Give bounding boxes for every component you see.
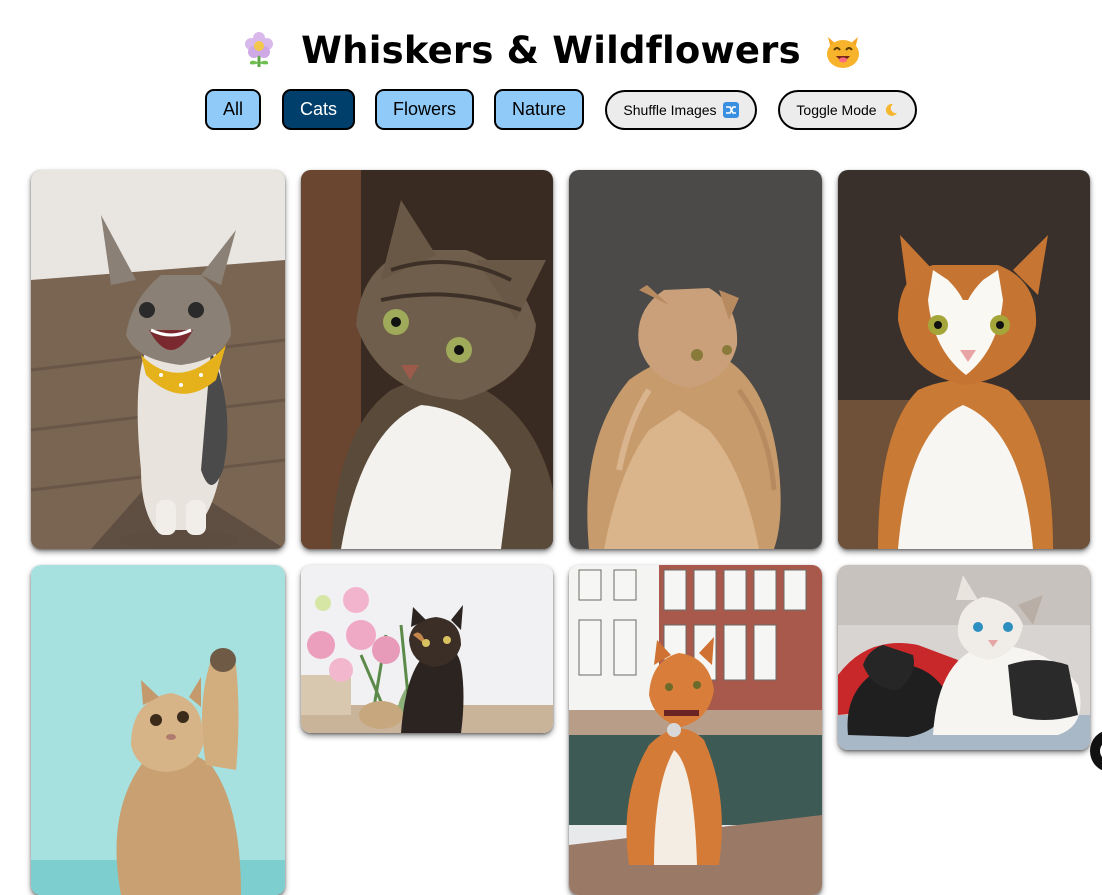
filter-flowers-button[interactable]: Flowers [375,89,474,130]
cat-photo-tortoiseshell-with-flowers[interactable] [301,565,553,733]
cat-photo-orange-cat-sitting-street[interactable] [569,565,822,895]
toggle-mode-label: Toggle Mode [796,102,877,118]
flower-emoji-icon [239,29,279,71]
toggle-mode-button[interactable]: Toggle Mode [778,90,917,130]
filter-bar: All Cats Flowers Nature Shuffle Images T… [0,89,1102,131]
cat-photo-tabby-closeup[interactable] [301,170,553,549]
shuffle-images-button[interactable]: Shuffle Images [605,90,757,130]
page-title-row: Whiskers & Wildflowers [0,20,1102,80]
cat-photo-ginger-white-cat[interactable] [838,170,1090,549]
cat-photo-laughing-tabby-with-bandana[interactable] [31,170,285,549]
cat-face-emoji-icon [823,29,863,71]
shuffle-icon [722,102,739,118]
filter-cats-button[interactable]: Cats [282,89,355,130]
filter-nature-button[interactable]: Nature [494,89,584,130]
cat-photo-kittens-lying-together[interactable] [838,565,1090,750]
filter-all-button[interactable]: All [205,89,261,130]
moon-icon [883,102,899,118]
cat-photo-kitten-reaching-paw[interactable] [31,565,285,895]
cat-photo-fluffy-ginger-maine-coon[interactable] [569,170,822,549]
page-title: Whiskers & Wildflowers [301,28,801,72]
floating-action-button[interactable] [1090,730,1102,772]
shuffle-images-label: Shuffle Images [623,102,717,118]
